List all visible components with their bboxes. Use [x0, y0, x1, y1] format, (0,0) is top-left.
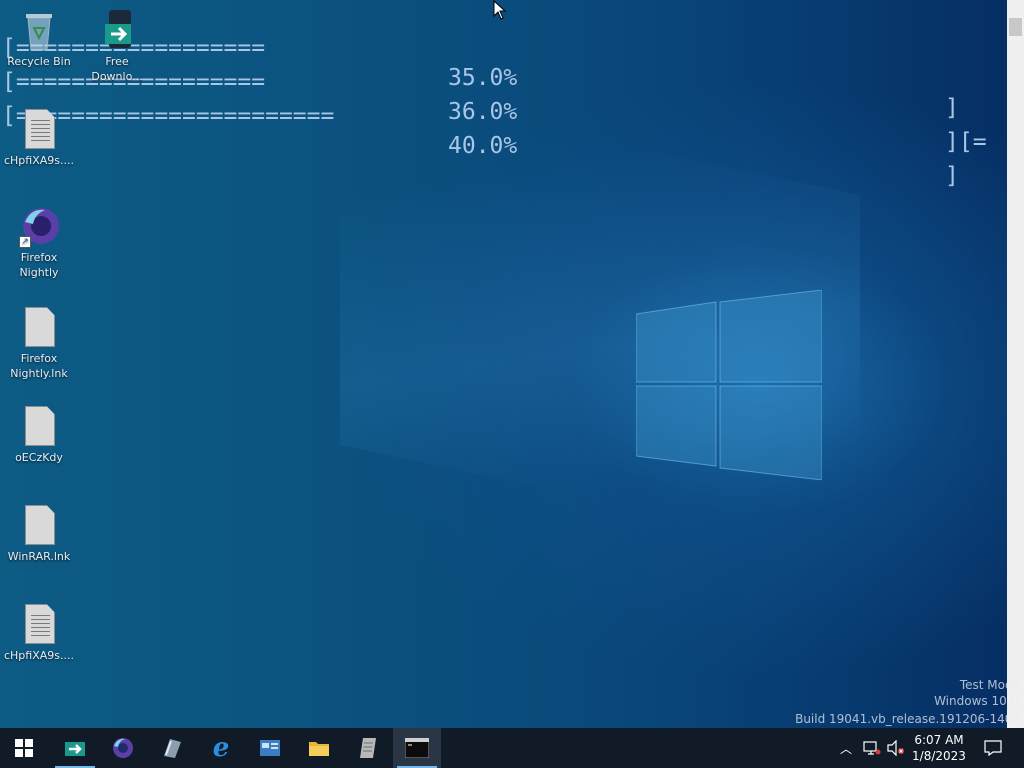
progress-percent: 36.0%	[448, 99, 518, 125]
desktop-icon-file[interactable]: WinRAR.lnk	[1, 503, 77, 564]
notepad-icon	[360, 738, 376, 758]
taskbar-internet-explorer[interactable]: e	[197, 728, 245, 768]
notification-icon	[984, 740, 1002, 756]
taskbar-command-prompt[interactable]	[393, 728, 441, 768]
terminal-icon	[405, 738, 429, 758]
speaker-muted-icon	[887, 740, 904, 756]
control-panel-icon	[260, 740, 280, 756]
recycle-bin-icon	[19, 8, 59, 52]
mouse-pointer-icon	[493, 0, 507, 20]
text-file-icon	[19, 107, 59, 151]
progress-bar-end: ][=	[945, 129, 987, 155]
windows-logo-icon	[15, 739, 33, 757]
scrollbar-thumb[interactable]	[1009, 18, 1022, 36]
desktop-icon-label: Firefox Nightly.lnk	[10, 352, 68, 380]
book-icon	[164, 739, 181, 758]
desktop-icon-file[interactable]: cHpfiXA9s....	[1, 107, 77, 168]
start-button[interactable]	[0, 728, 48, 768]
windows-wallpaper-logo	[636, 290, 822, 480]
chevron-up-icon: ︿	[839, 741, 852, 756]
volume-tray-button[interactable]	[884, 728, 908, 768]
blank-file-icon	[19, 404, 59, 448]
firefox-nightly-icon: ↗	[19, 204, 59, 248]
taskbar-notepad[interactable]	[344, 728, 392, 768]
desktop-icon-label: cHpfiXA9s....	[3, 154, 74, 167]
taskbar-free-download-manager[interactable]	[51, 728, 99, 768]
network-icon	[863, 741, 881, 755]
fdm-icon	[65, 742, 85, 756]
blank-file-icon	[19, 503, 59, 547]
taskbar-book-app[interactable]	[148, 728, 196, 768]
action-center-button[interactable]	[978, 728, 1008, 768]
desktop-icon-file[interactable]: Firefox Nightly.lnk	[1, 305, 77, 381]
desktop-icon-file[interactable]: cHpfiXA9s....	[1, 602, 77, 663]
desktop-icon-file[interactable]: oECzKdy	[1, 404, 77, 465]
firefox-icon	[113, 738, 133, 758]
clock-button[interactable]: 6:07 AM 1/8/2023	[910, 728, 968, 768]
progress-bar-end: ]	[945, 163, 959, 189]
show-hidden-icons-button[interactable]: ︿	[836, 728, 856, 768]
watermark-build: Build 19041.vb_release.191206-1406	[795, 712, 1020, 726]
ie-icon: e	[212, 733, 230, 763]
taskbar-firefox-nightly[interactable]	[99, 728, 147, 768]
desktop-icon-firefox-nightly[interactable]: ↗ Firefox Nightly	[1, 204, 77, 280]
progress-percent: 40.0%	[448, 133, 518, 159]
console-scrollbar[interactable]	[1007, 0, 1024, 728]
free-download-manager-icon	[97, 8, 137, 52]
desktop-icon-label: Free Downlo...	[91, 55, 143, 83]
watermark-test-mode: Test Mode	[959, 678, 1020, 692]
watermark-edition: Windows 10 Q	[934, 694, 1020, 708]
desktop-icon-label: oECzKdy	[15, 451, 63, 464]
shortcut-arrow-icon: ↗	[19, 236, 31, 248]
desktop-icon-label: Recycle Bin	[7, 55, 71, 68]
tray-time: 6:07 AM	[914, 733, 964, 747]
desktop-icon-label: WinRAR.lnk	[7, 550, 71, 563]
tray-date: 1/8/2023	[912, 749, 966, 763]
blank-file-icon	[19, 305, 59, 349]
desktop-icon-label: Firefox Nightly	[19, 251, 59, 279]
taskbar-file-explorer[interactable]	[295, 728, 343, 768]
desktop-icon-free-download-manager[interactable]: Free Downlo...	[79, 8, 155, 84]
network-tray-button[interactable]	[860, 728, 884, 768]
desktop-icon-recycle-bin[interactable]: Recycle Bin	[1, 8, 77, 69]
desktop-icon-label: cHpfiXA9s....	[3, 649, 74, 662]
folder-icon	[309, 742, 329, 756]
taskbar-control-panel[interactable]	[246, 728, 294, 768]
text-file-icon	[19, 602, 59, 646]
